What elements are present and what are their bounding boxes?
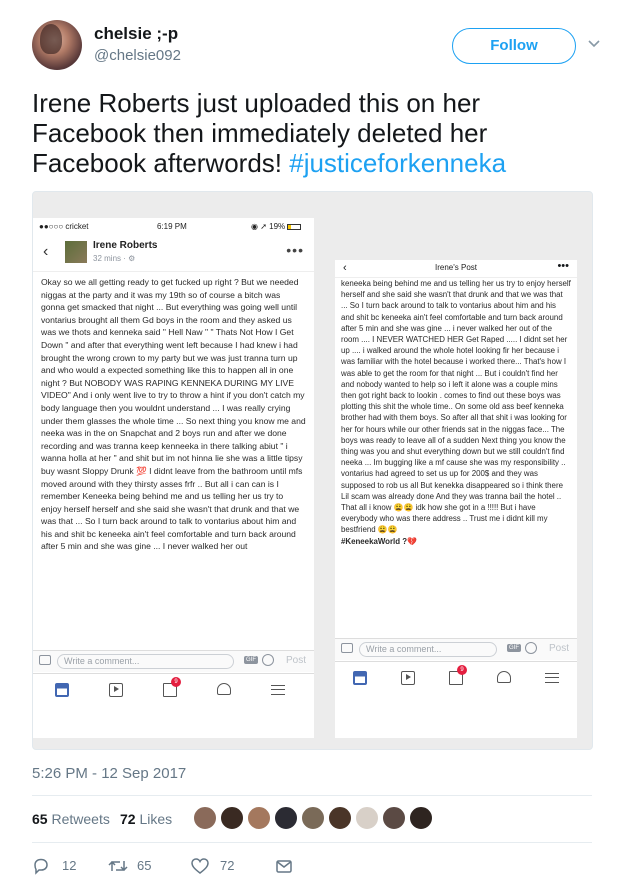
comment-input-2: Write a comment... [359, 642, 497, 657]
retweet-icon [108, 860, 128, 872]
fb-post-header: ‹ Irene Roberts 32 mins · ⚙ ••• [33, 236, 314, 272]
fb-author-avatar [65, 241, 87, 263]
clock-label: 6:19 PM [157, 222, 187, 231]
facebook-screenshot-2: ‹ Irene's Post ••• keneeka being behind … [335, 260, 577, 738]
battery-icon [287, 223, 302, 230]
fb-post-time: 32 mins · ⚙ [93, 254, 135, 263]
avatar[interactable] [32, 20, 82, 70]
follow-button[interactable]: Follow [452, 28, 576, 64]
gif-icon: GIF [507, 644, 521, 652]
reply-icon [34, 858, 48, 875]
emoji-icon [525, 642, 537, 654]
fb-post-text-2: keneeka being behind me and us telling h… [341, 279, 571, 535]
tweet-header: chelsie ;-p @chelsie092 Follow [32, 20, 602, 76]
retweets-label: Retweets [51, 811, 110, 827]
fb-tab-bar: 9 [33, 673, 314, 707]
menu-icon [545, 673, 559, 683]
fb-post-body-2: keneeka being behind me and us telling h… [335, 278, 577, 635]
fb-author-name: Irene Roberts [93, 240, 158, 251]
liker-avatar[interactable] [274, 806, 298, 830]
liker-avatar[interactable] [409, 806, 433, 830]
retweet-count: 65 [137, 858, 152, 873]
heart-icon [191, 858, 209, 874]
reply-count: 12 [62, 858, 77, 873]
like-count: 72 [220, 858, 235, 873]
facebook-screenshot-1: ●●○○○ cricket 6:19 PM ◉ ➚ 19% ‹ Irene Ro… [33, 218, 314, 738]
fb-tab-bar-2: 9 [335, 661, 577, 695]
chevron-down-icon[interactable] [586, 36, 602, 52]
gif-icon: GIF [244, 656, 258, 664]
likes-stat[interactable]: 72 Likes [120, 811, 172, 827]
tweet-text: Irene Roberts just uploaded this on her … [32, 88, 592, 178]
liker-avatar[interactable] [247, 806, 271, 830]
liker-avatar[interactable] [355, 806, 379, 830]
more-options-icon: ••• [286, 242, 304, 258]
fb-post-time-text: 32 mins · [93, 254, 129, 263]
camera-icon [39, 655, 51, 665]
liker-avatar[interactable] [220, 806, 244, 830]
fb-hashtag: #KeneekaWorld ? [341, 536, 408, 546]
notification-badge: 9 [457, 665, 467, 675]
marketplace-icon: 9 [163, 677, 181, 697]
envelope-icon [276, 860, 292, 873]
fb-post-header-2: ‹ Irene's Post ••• [335, 260, 577, 278]
divider [32, 795, 592, 796]
back-arrow-icon: ‹ [43, 243, 49, 260]
bell-icon [497, 671, 511, 683]
more-options-icon: ••• [557, 260, 569, 272]
likes-count: 72 [120, 811, 136, 827]
liker-avatar[interactable] [328, 806, 352, 830]
comment-bar-2: Write a comment... GIF Post [335, 638, 577, 660]
divider [32, 842, 592, 843]
fb-post-body: Okay so we all getting ready to get fuck… [41, 277, 306, 552]
news-feed-icon [353, 671, 367, 685]
status-bar: ●●○○○ cricket 6:19 PM ◉ ➚ 19% [33, 218, 314, 236]
likes-label: Likes [139, 811, 173, 827]
battery-label: 19% [269, 222, 286, 231]
video-icon [109, 683, 123, 697]
battery-indicator: ◉ ➚ 19% [251, 222, 302, 231]
retweets-count: 65 [32, 811, 48, 827]
comment-input: Write a comment... [57, 654, 234, 669]
liker-avatar[interactable] [382, 806, 406, 830]
marketplace-icon: 9 [449, 665, 467, 685]
emoji-icon [262, 654, 274, 666]
globe-icon: ⚙ [128, 254, 136, 263]
broken-heart-emoji: 💔 [407, 536, 417, 546]
liker-avatar[interactable] [193, 806, 217, 830]
post-label-2: Post [548, 643, 569, 654]
fb-post-title: Irene's Post [435, 263, 477, 272]
comment-bar: Write a comment... GIF Post [33, 650, 314, 672]
retweets-stat[interactable]: 65 Retweets [32, 811, 110, 827]
liker-avatar[interactable] [301, 806, 325, 830]
post-label: Post [285, 655, 306, 666]
display-name[interactable]: chelsie ;-p [94, 24, 178, 44]
carrier-label: ●●○○○ cricket [39, 222, 89, 231]
tweet-media[interactable]: ●●○○○ cricket 6:19 PM ◉ ➚ 19% ‹ Irene Ro… [32, 191, 593, 750]
bell-icon [217, 683, 231, 695]
video-icon [401, 671, 415, 685]
menu-icon [271, 685, 285, 695]
hashtag-link[interactable]: #justiceforkenneka [289, 148, 506, 178]
notification-badge: 9 [171, 677, 181, 687]
news-feed-icon [55, 683, 69, 697]
user-handle[interactable]: @chelsie092 [94, 47, 181, 64]
camera-icon [341, 643, 353, 653]
tweet-timestamp[interactable]: 5:26 PM - 12 Sep 2017 [32, 765, 186, 782]
